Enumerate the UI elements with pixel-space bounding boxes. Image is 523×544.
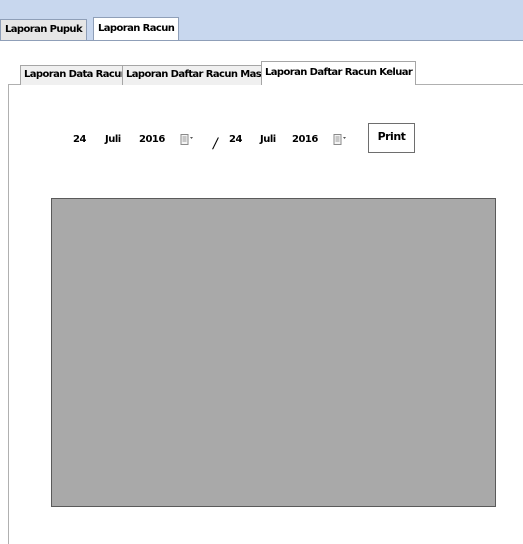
tab-label: Laporan Daftar Racun Keluar <box>265 67 413 78</box>
tab-laporan-data-racun[interactable]: Laporan Data Racun <box>20 65 132 85</box>
tab-label: Laporan Daftar Racun Masuk <box>126 69 274 80</box>
print-button[interactable]: Print <box>368 123 415 153</box>
tab-laporan-racun[interactable]: Laporan Racun <box>93 17 180 41</box>
date-to-month[interactable]: Juli <box>260 130 276 150</box>
date-separator: / <box>213 136 218 152</box>
date-to-day[interactable]: 24 <box>229 130 242 150</box>
date-to-year[interactable]: 2016 <box>292 130 318 150</box>
tab-laporan-daftar-racun-keluar[interactable]: Laporan Daftar Racun Keluar <box>261 61 417 85</box>
calendar-icon[interactable] <box>180 134 194 146</box>
tab-laporan-daftar-racun-masuk[interactable]: Laporan Daftar Racun Masuk <box>122 65 278 85</box>
tab-laporan-pupuk[interactable]: Laporan Pupuk <box>0 19 88 40</box>
date-from-day[interactable]: 24 <box>73 130 86 150</box>
tab-label: Laporan Data Racun <box>24 69 128 80</box>
date-from-month[interactable]: Juli <box>105 130 121 150</box>
date-from-year[interactable]: 2016 <box>139 130 165 150</box>
tab-label: Laporan Racun <box>98 23 175 34</box>
date-to-picker[interactable]: 24 Juli 2016 <box>229 130 364 150</box>
date-from-picker[interactable]: 24 Juli 2016 <box>73 130 213 150</box>
calendar-icon[interactable] <box>333 134 347 146</box>
tab-label: Laporan Pupuk <box>5 24 83 35</box>
report-viewer[interactable] <box>51 198 496 507</box>
